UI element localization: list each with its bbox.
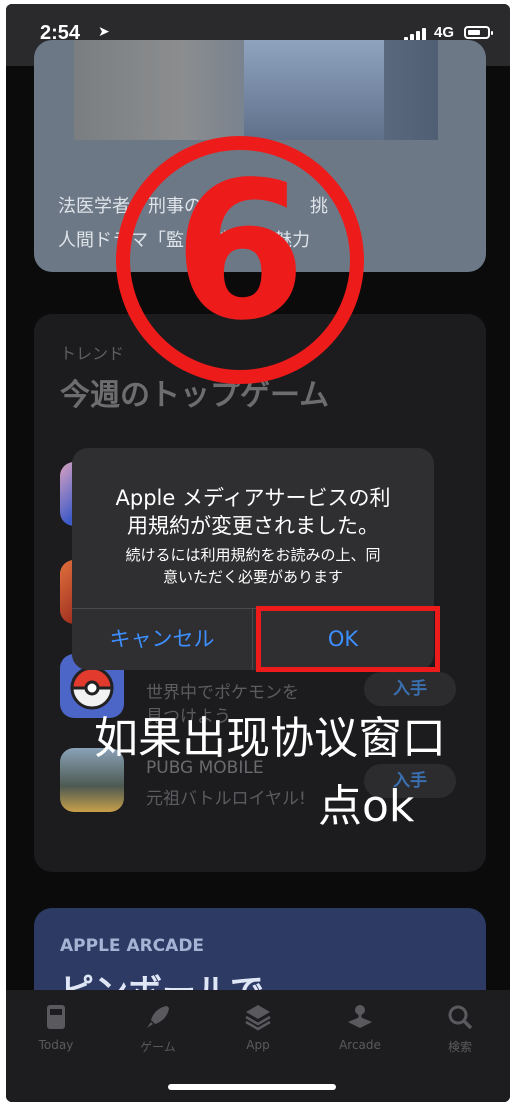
tab-games[interactable]: ゲーム	[118, 1002, 198, 1055]
rocket-icon	[147, 1006, 169, 1028]
tab-search[interactable]: 検索	[420, 1002, 500, 1055]
dialog-title-line1: Apple メディアサービスの利	[115, 486, 391, 510]
instruction-line2: 点ok	[318, 781, 415, 832]
pokemon-subtitle: 世界中でポケモンを	[146, 683, 299, 703]
layers-icon	[245, 1005, 271, 1031]
tab-arcade-label: Arcade	[339, 1038, 381, 1052]
get-button-pokemon[interactable]: 入手	[364, 672, 456, 706]
tab-apps-label: App	[246, 1038, 270, 1052]
tab-games-label: ゲーム	[140, 1040, 176, 1054]
arcade-icon	[348, 1005, 372, 1028]
dialog-title-line2: 用規約が変更されました。	[127, 514, 379, 538]
tab-today-label: Today	[38, 1038, 74, 1052]
card-title: 今週のトップゲーム	[60, 378, 330, 413]
tab-search-label: 検索	[447, 1040, 472, 1054]
instruction-line1: 如果出现协议窗口	[94, 713, 446, 764]
arcade-eyebrow: APPLE ARCADE	[60, 936, 205, 956]
story-photo	[74, 40, 438, 140]
dialog-message-line1: 続けるには利用規約をお読みの上、同	[125, 546, 381, 564]
battery-icon	[464, 26, 493, 39]
dialog-message-line2: 意いただく必要があります	[162, 568, 343, 586]
card-eyebrow: トレンド	[60, 344, 125, 363]
home-indicator[interactable]	[168, 1084, 336, 1090]
pubg-subtitle: 元祖バトルロイヤル!	[146, 789, 306, 809]
tab-today[interactable]: Today	[16, 1002, 96, 1052]
ok-highlight-box	[256, 606, 440, 672]
location-arrow-icon: ➤	[98, 24, 110, 40]
cancel-button[interactable]: キャンセル	[72, 608, 252, 670]
search-icon	[448, 1005, 473, 1030]
network-type: 4G	[434, 24, 455, 41]
tab-apps[interactable]: App	[218, 1002, 298, 1052]
tab-arcade[interactable]: Arcade	[320, 1002, 400, 1052]
step-number: 6	[173, 141, 307, 362]
today-icon	[47, 1005, 65, 1029]
